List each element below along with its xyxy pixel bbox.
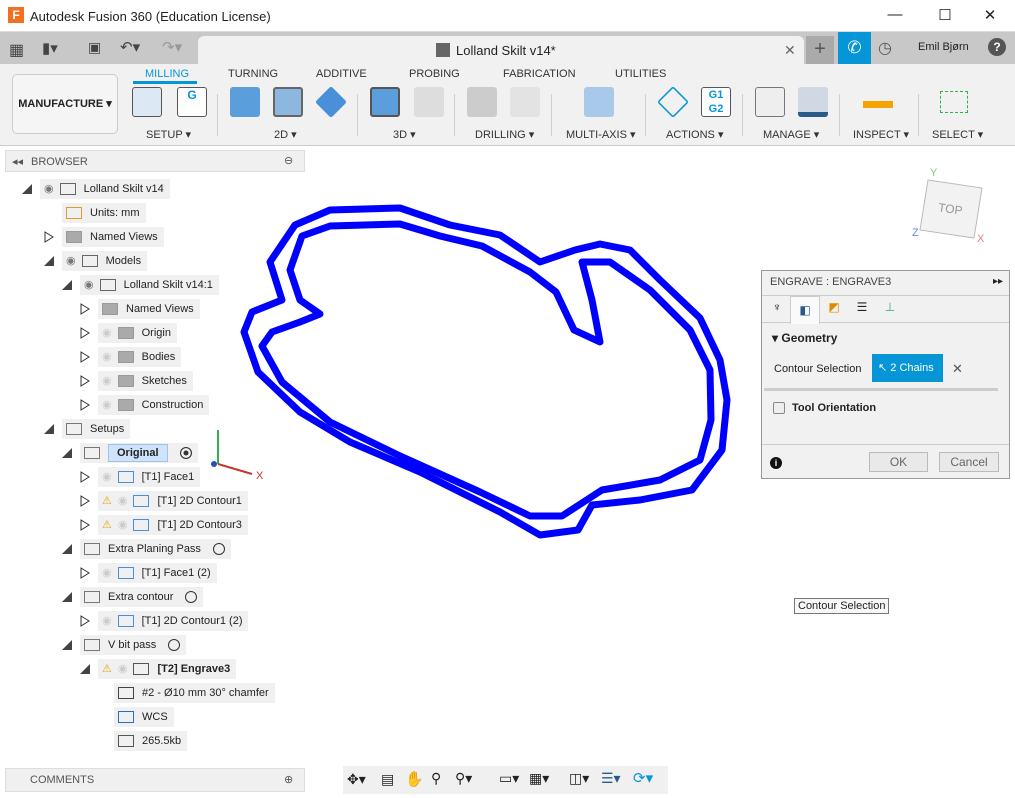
triad-x-axis xyxy=(217,463,253,475)
navigation-bar: ✥▾ ▤ ✋ ⚲ ⚲▾ ▭▾ ▦▾ ◫▾ ☰▾ ⟳▾ xyxy=(343,766,668,794)
pan-hand-icon[interactable]: ✋ xyxy=(405,770,424,788)
geometry-section-header[interactable]: ▾ Geometry xyxy=(772,331,837,345)
triad-x-label: X xyxy=(256,470,264,482)
divider xyxy=(764,388,998,391)
view-mode-icon[interactable]: ◫▾ xyxy=(569,770,589,787)
clear-selection-button[interactable]: ✕ xyxy=(952,361,963,377)
tooltip: Contour Selection xyxy=(794,598,890,614)
expand-dialog-icon[interactable]: ▸▸ xyxy=(993,276,1003,287)
geometry-label: Geometry xyxy=(781,331,838,345)
zoom-icon[interactable]: ⚲ xyxy=(431,770,441,787)
tab-passes-icon[interactable]: ☰ xyxy=(850,300,874,314)
tab-geometry-icon[interactable]: ◧ xyxy=(790,296,820,324)
viewcube-z-label: Z xyxy=(912,227,919,239)
cancel-button[interactable]: Cancel xyxy=(939,452,999,472)
caret-down-icon: ▾ xyxy=(772,331,782,345)
viewcube-y-label: Y xyxy=(930,167,938,179)
toolpath-outer xyxy=(240,204,731,539)
info-icon[interactable]: i xyxy=(770,457,782,469)
dialog-tabs: ♆ ◧ ◩ ☰ ⊥ xyxy=(762,295,1009,324)
tab-linking-icon[interactable]: ⊥ xyxy=(878,300,902,314)
tab-heights-icon[interactable]: ◩ xyxy=(822,300,846,314)
triad-origin xyxy=(211,461,217,467)
tool-orientation-checkbox[interactable] xyxy=(773,402,785,414)
refresh-icon[interactable]: ⟳▾ xyxy=(633,769,653,787)
contour-selection-button[interactable]: ↖ 2 Chains xyxy=(872,354,943,382)
orbit-icon[interactable]: ✥▾ xyxy=(347,771,366,788)
grid-settings-icon[interactable]: ▦▾ xyxy=(529,770,549,787)
divider xyxy=(762,444,1009,445)
chains-count: 2 Chains xyxy=(890,362,934,374)
look-at-icon[interactable]: ▤ xyxy=(381,771,394,788)
contour-selection-label: Contour Selection xyxy=(774,363,862,375)
fit-zoom-icon[interactable]: ⚲▾ xyxy=(455,770,472,787)
display-settings-icon[interactable]: ▭▾ xyxy=(499,770,519,787)
dialog-title: ENGRAVE : ENGRAVE3 xyxy=(770,276,892,288)
engrave-dialog: ENGRAVE : ENGRAVE3 ▸▸ ♆ ◧ ◩ ☰ ⊥ ▾ Geomet… xyxy=(761,270,1010,479)
viewcube-x-label: X xyxy=(977,233,985,245)
tab-tool-icon[interactable]: ♆ xyxy=(766,300,788,320)
section-icon[interactable]: ☰▾ xyxy=(601,770,621,787)
viewcube[interactable]: TOP Y Z X xyxy=(912,167,985,245)
tool-orientation-label: Tool Orientation xyxy=(792,402,877,414)
cursor-arrow-icon: ↖ xyxy=(878,362,891,374)
ok-button[interactable]: OK xyxy=(869,452,928,472)
